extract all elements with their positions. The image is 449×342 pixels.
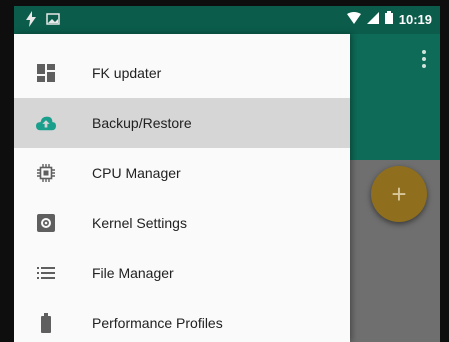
signal-icon bbox=[366, 11, 379, 27]
drawer-item-label: CPU Manager bbox=[92, 165, 181, 181]
battery-icon bbox=[36, 313, 56, 333]
add-fab-button[interactable]: + bbox=[371, 166, 427, 222]
cloud-upload-icon bbox=[36, 113, 56, 133]
drawer-item-file-manager[interactable]: File Manager bbox=[14, 248, 350, 298]
drawer-item-performance-profiles[interactable]: Performance Profiles bbox=[14, 298, 350, 342]
drawer-item-fk-updater[interactable]: FK updater bbox=[14, 48, 350, 98]
navigation-drawer: FK updater Backup/Restore CPU Manager Ke… bbox=[14, 34, 350, 342]
dashboard-icon bbox=[36, 63, 56, 83]
drawer-item-cpu-manager[interactable]: CPU Manager bbox=[14, 148, 350, 198]
list-icon bbox=[36, 263, 56, 283]
drawer-item-label: Backup/Restore bbox=[92, 115, 192, 131]
cpu-chip-icon bbox=[36, 163, 56, 183]
battery-icon bbox=[384, 11, 393, 27]
overflow-menu-icon[interactable] bbox=[422, 50, 426, 68]
drawer-item-label: File Manager bbox=[92, 265, 174, 281]
wifi-icon bbox=[346, 11, 361, 27]
drawer-item-backup-restore[interactable]: Backup/Restore bbox=[14, 98, 350, 148]
drawer-item-kernel-settings[interactable]: Kernel Settings bbox=[14, 198, 350, 248]
status-bar: 10:19 bbox=[14, 6, 440, 34]
phone-screen: 10:19 + FK updater Backup/Restore CPU Ma… bbox=[14, 6, 440, 342]
clock: 10:19 bbox=[398, 11, 432, 27]
image-icon bbox=[46, 12, 60, 31]
drawer-item-label: Kernel Settings bbox=[92, 215, 187, 231]
drawer-item-label: FK updater bbox=[92, 65, 162, 81]
settings-box-icon bbox=[36, 213, 56, 233]
drawer-item-label: Performance Profiles bbox=[92, 315, 223, 331]
flash-icon bbox=[26, 11, 36, 32]
